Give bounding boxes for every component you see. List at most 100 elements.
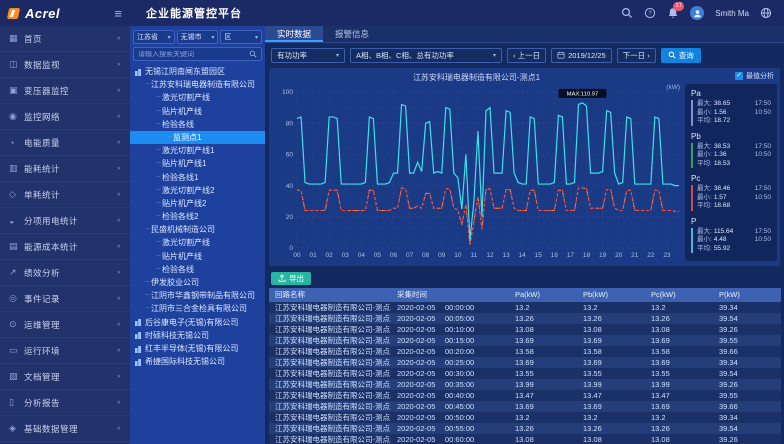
table-row[interactable]: 江苏安科瑞电器制造有限公司-测点12020-02-0500:30:0013.55… (269, 368, 781, 379)
sidebar-item-12[interactable]: ▭运行环境∨ (0, 338, 130, 364)
sidebar-item-5[interactable]: ▥能耗统计∨ (0, 156, 130, 182)
tab-realtime-data[interactable]: 实时数据 (265, 26, 323, 42)
tree-node[interactable]: 时硕科技无锡公司 (130, 329, 265, 342)
tree-node[interactable]: ····检验各线 (130, 263, 265, 276)
table-row[interactable]: 江苏安科瑞电器制造有限公司-测点12020-02-0500:35:0013.99… (269, 379, 781, 390)
cell-value: 13.2 (509, 302, 577, 313)
region-select-2[interactable]: 区▾ (220, 30, 262, 44)
export-button[interactable]: 导出 (271, 272, 311, 285)
tree-node[interactable]: ····江苏安科瑞电器制造有限公司 (130, 78, 265, 91)
sidebar-item-15[interactable]: ◈基础数据管理∨ (0, 416, 130, 442)
help-icon[interactable]: ? (644, 7, 656, 19)
tree-node[interactable]: ····贴片机产线1 (130, 157, 265, 170)
globe-icon[interactable] (760, 7, 772, 19)
table-row[interactable]: 江苏安科瑞电器制造有限公司-测点12020-02-0500:55:0013.26… (269, 423, 781, 434)
search-icon[interactable] (621, 7, 633, 19)
sidebar-toggle-icon[interactable]: ≡ (114, 7, 122, 20)
table-row[interactable]: 江苏安科瑞电器制造有限公司-测点12020-02-0500:60:0013.08… (269, 434, 781, 444)
cell-value: 13.69 (645, 335, 713, 346)
cell-value: 13.26 (577, 313, 645, 324)
table-row[interactable]: 江苏安科瑞电器制造有限公司-测点12020-02-0500:50:0013.21… (269, 412, 781, 423)
cell-value: 13.26 (509, 423, 577, 434)
region-select-0[interactable]: 江苏省▾ (133, 30, 175, 44)
tree-node[interactable]: 无锡江阴南闸东盟园区 (130, 65, 265, 78)
tree-node[interactable]: ····检验各线1 (130, 171, 265, 184)
cell-time: 2020-02-0500:35:00 (391, 379, 509, 390)
tree-node[interactable]: ····激光切割产线1 (130, 144, 265, 157)
sidebar-item-11[interactable]: ⊙运维管理∨ (0, 312, 130, 338)
tree-node[interactable]: 后谷康电子(无锡)有限公司 (130, 316, 265, 329)
tree-node-selected[interactable]: ····监测点1 (130, 131, 265, 144)
prev-day-button[interactable]: ‹ 上一日 (507, 48, 546, 63)
tree-node[interactable]: ····激光切割产线2 (130, 184, 265, 197)
tree-node[interactable]: ····激光切割产线 (130, 91, 265, 104)
tree-node[interactable]: ····民盛机械制造公司 (130, 223, 265, 236)
sidebar-item-3[interactable]: ◉监控网络∨ (0, 104, 130, 130)
tree-node[interactable]: ····检验各线 (130, 118, 265, 131)
table-row[interactable]: 江苏安科瑞电器制造有限公司-测点12020-02-0500:10:0013.08… (269, 324, 781, 335)
date-picker[interactable]: 2019/12/25 (551, 48, 612, 63)
sidebar-item-label: 监控网络 (24, 111, 117, 123)
tree-node[interactable]: ····贴片机产线 (130, 105, 265, 118)
extremes-analysis-checkbox[interactable]: ✓ 最值分析 (735, 71, 774, 81)
tree-node[interactable]: ····江阴市三合金检具有限公司 (130, 302, 265, 315)
table-row[interactable]: 江苏安科瑞电器制造有限公司-测点12020-02-0500:05:0013.26… (269, 313, 781, 324)
tree-node[interactable]: ····激光切割产线 (130, 236, 265, 249)
svg-text:13: 13 (502, 252, 510, 259)
tree-search-input[interactable] (138, 51, 249, 58)
app-window: Acrel ≡ 企业能源管控平台 ? 17 Smith Ma ▦首页∨◫数据 (0, 0, 784, 444)
sidebar-item-label: 事件记录 (24, 293, 117, 305)
logo-text: Acrel (25, 6, 60, 21)
sidebar-item-7[interactable]: ◒分项用电统计∨ (0, 208, 130, 234)
username[interactable]: Smith Ma (715, 9, 749, 18)
sidebar-item-6[interactable]: ◇单耗统计∨ (0, 182, 130, 208)
tree-search-box[interactable] (133, 47, 262, 61)
sidebar-item-0[interactable]: ▦首页∨ (0, 26, 130, 52)
sidebar-item-4[interactable]: ◔电能质量∨ (0, 130, 130, 156)
chart-plot[interactable]: 0204060801000001020304050607080910111213… (271, 82, 689, 269)
query-button[interactable]: 查询 (661, 48, 701, 63)
top-bar: Acrel ≡ 企业能源管控平台 ? 17 Smith Ma (0, 0, 784, 26)
cell-value: 13.58 (577, 346, 645, 357)
sidebar-item-13[interactable]: ▧文档管理∨ (0, 364, 130, 390)
tree-node[interactable]: 希捷国际科技无锡公司 (130, 355, 265, 368)
tree-node[interactable]: ····检验各线2 (130, 210, 265, 223)
extremes-stats-panel: Pa最大:38.6517:50最小:1.5610:50平均:18.72Pb最大:… (685, 84, 777, 261)
table-row[interactable]: 江苏安科瑞电器制造有限公司-测点12020-02-0500:15:0013.69… (269, 335, 781, 346)
sidebar-item-8[interactable]: ▤能源成本统计∨ (0, 234, 130, 260)
page-title: 企业能源管控平台 (146, 5, 242, 21)
tree-node-label: 检验各线 (162, 263, 194, 276)
tab-alarm-info[interactable]: 报警信息 (323, 26, 381, 42)
tree-node[interactable]: ····贴片机产线 (130, 250, 265, 263)
tree-node[interactable]: ····伊发胶业公司 (130, 276, 265, 289)
sidebar-item-10[interactable]: ◎事件记录∨ (0, 286, 130, 312)
chevron-down-icon: ▾ (493, 52, 496, 59)
phase-select[interactable]: A相、B相、C相、总有功功率 ▾ (350, 48, 502, 63)
home-icon: ▦ (9, 33, 24, 44)
sidebar-item-1[interactable]: ◫数据监视∨ (0, 52, 130, 78)
table-row[interactable]: 江苏安科瑞电器制造有限公司-测点12020-02-0500:20:0013.58… (269, 346, 781, 357)
cell-value: 39.55 (713, 335, 781, 346)
next-day-button[interactable]: 下一日 › (617, 48, 656, 63)
bell-icon[interactable]: 17 (667, 7, 679, 19)
tree-connector: ···· (156, 210, 160, 223)
tree-node[interactable]: ····贴片机产线2 (130, 197, 265, 210)
table-row[interactable]: 江苏安科瑞电器制造有限公司-测点12020-02-0500:25:0013.69… (269, 357, 781, 368)
table-row[interactable]: 江苏安科瑞电器制造有限公司-测点12020-02-0500:40:0013.47… (269, 390, 781, 401)
avatar[interactable] (690, 6, 704, 20)
tree-node[interactable]: 红丰半导体(无锡)有限公司 (130, 342, 265, 355)
svg-text:11: 11 (471, 252, 478, 259)
table-row[interactable]: 江苏安科瑞电器制造有限公司-测点12020-02-0500:45:0013.69… (269, 401, 781, 412)
region-select-1[interactable]: 无锡市▾ (177, 30, 219, 44)
table-row[interactable]: 江苏安科瑞电器制造有限公司-测点12020-02-0500:00:0013.21… (269, 302, 781, 313)
tree-node[interactable]: ····江阴市华鑫钢带制品有限公司 (130, 289, 265, 302)
cell-time: 2020-02-0500:60:00 (391, 434, 509, 444)
sidebar-item-14[interactable]: ▯分析报告∨ (0, 390, 130, 416)
sidebar-item-9[interactable]: ↗绩效分析∨ (0, 260, 130, 286)
search-icon (668, 51, 676, 59)
cost-stat-icon: ▤ (9, 241, 24, 252)
cell-value: 13.69 (509, 335, 577, 346)
cell-value: 13.69 (509, 357, 577, 368)
parameter-select[interactable]: 有功功率 ▾ (271, 48, 345, 63)
sidebar-item-2[interactable]: ▣变压器监控∨ (0, 78, 130, 104)
